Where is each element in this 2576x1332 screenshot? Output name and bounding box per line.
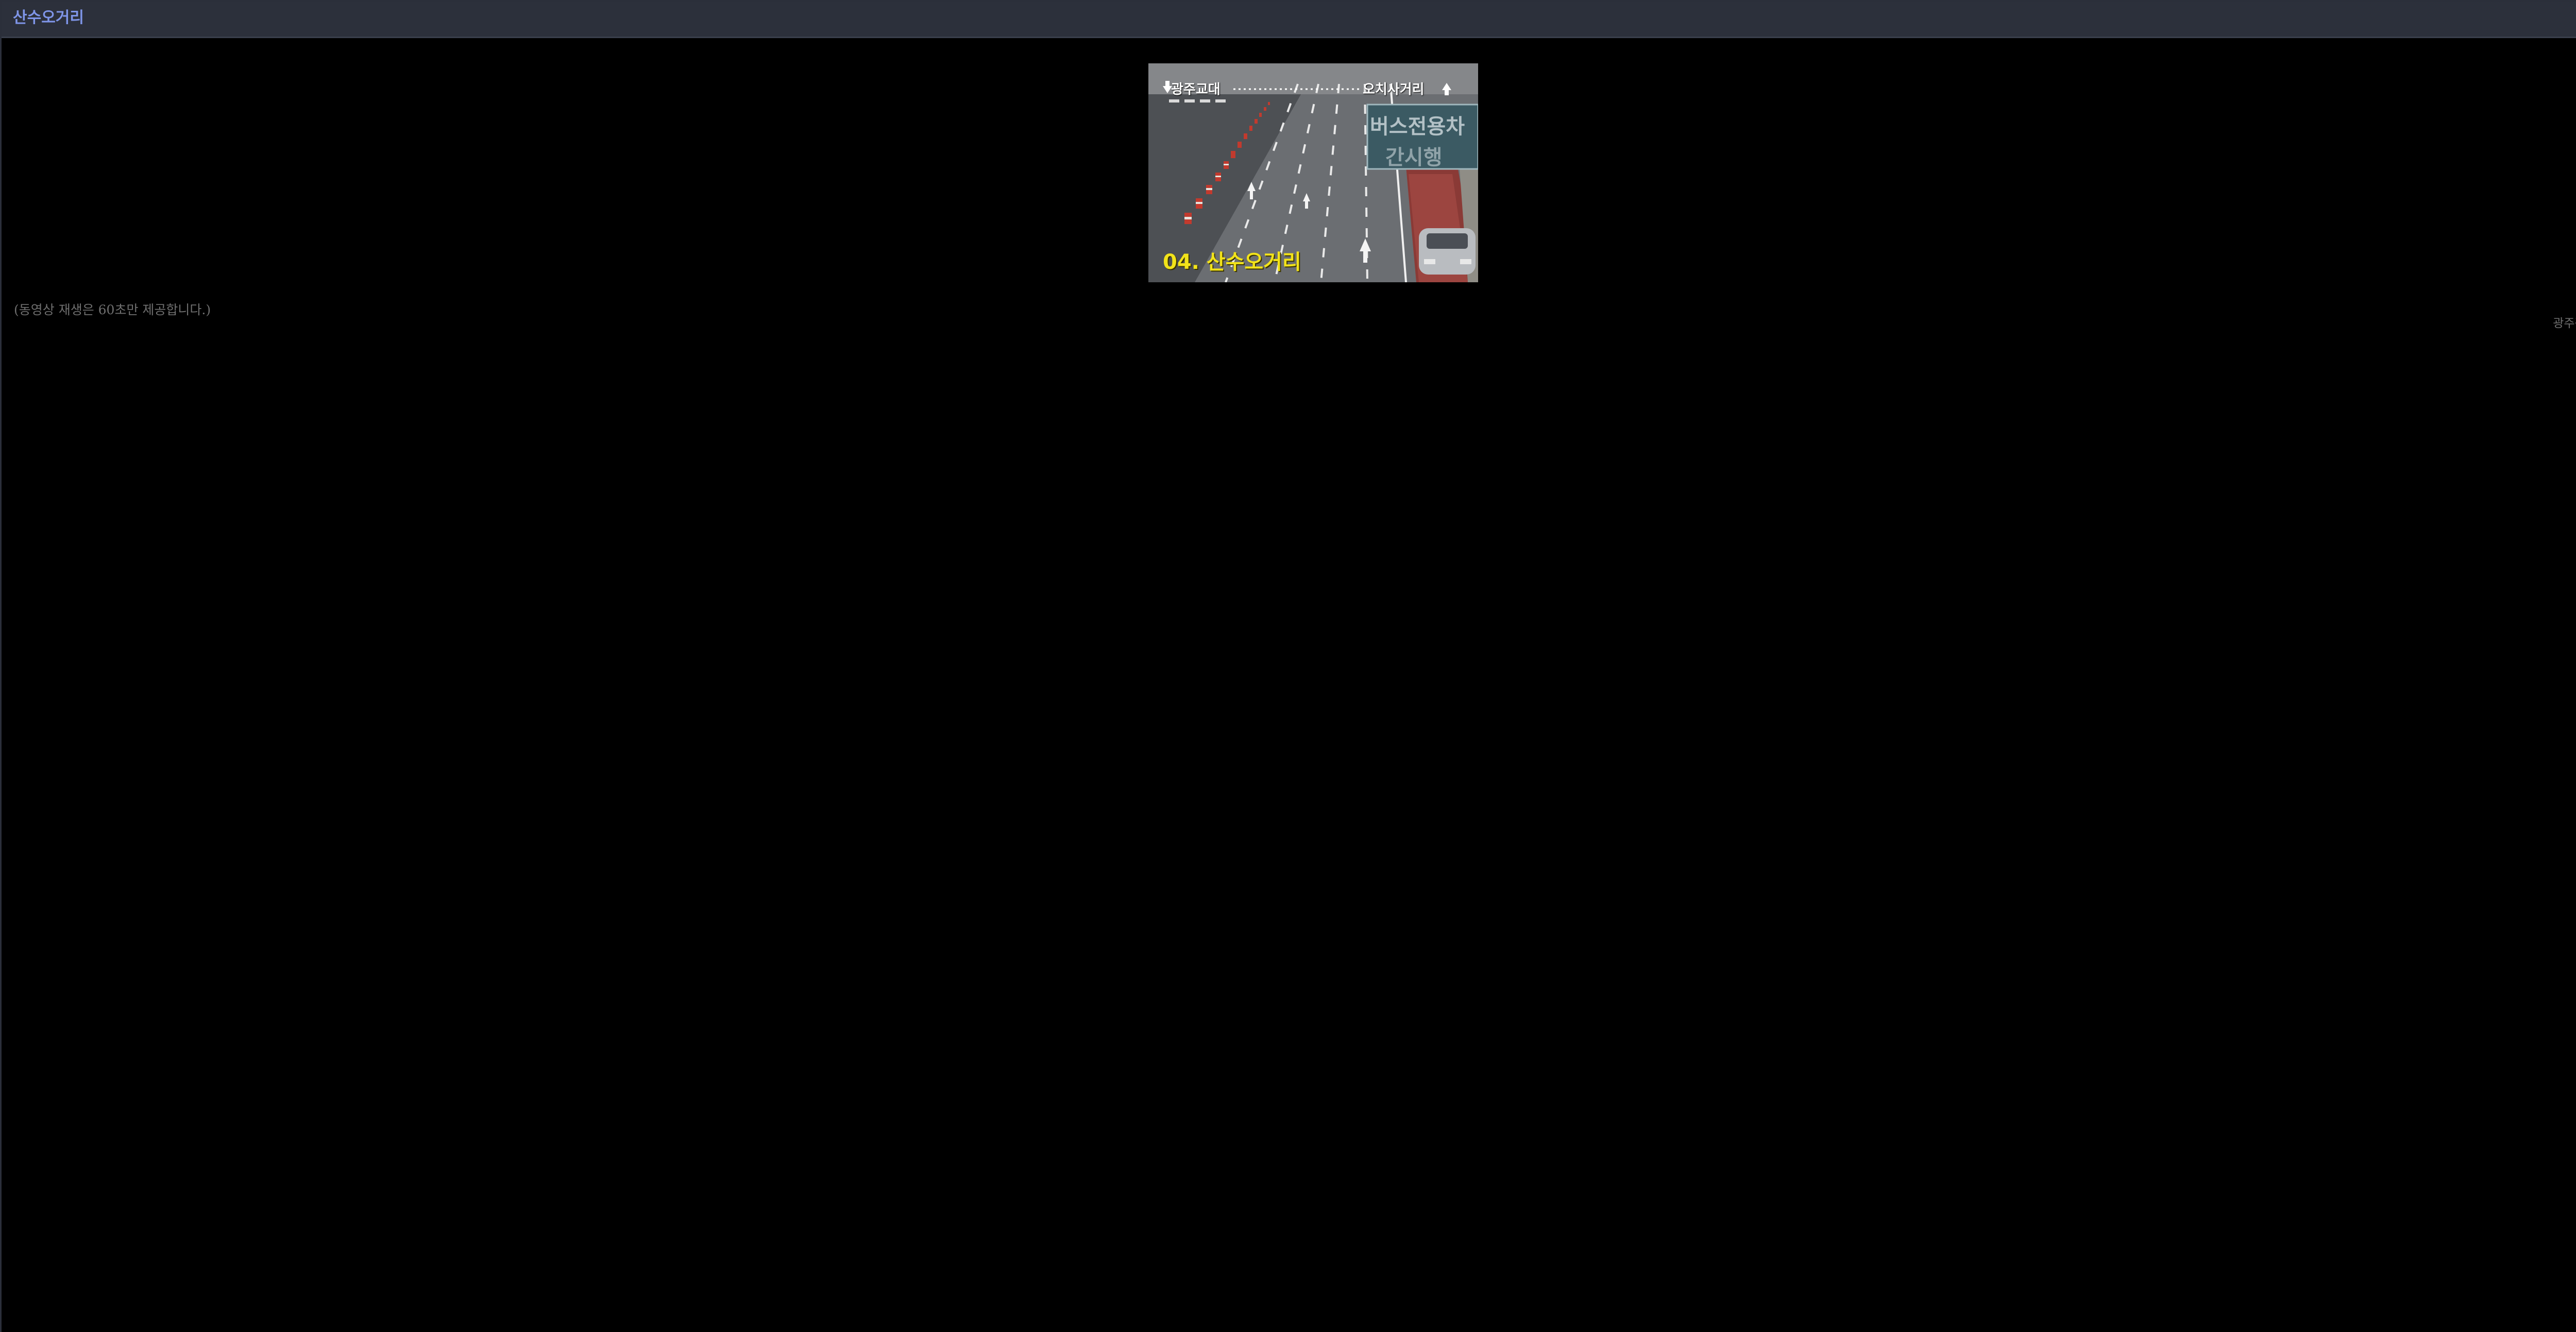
popup-window: 산수오거리 광주교대 오치사거리 버스전용차 간시행 04. 산수오거리 (동영…: [0, 0, 2576, 1332]
direction-label-right: 오치사거리: [1363, 82, 1425, 97]
video-stage: 광주교대 오치사거리 버스전용차 간시행 04. 산수오거리 (동영상 재생은 …: [2, 38, 2576, 1332]
playback-notice: (동영상 재생은 60초만 제공합니다.): [14, 302, 211, 317]
window-title: 산수오거리: [13, 9, 84, 27]
road-sign-text-2: 간시행: [1385, 146, 1443, 169]
road-sign-text-1: 버스전용차: [1370, 115, 1465, 139]
source-credit: 광주광역시: [2553, 317, 2576, 330]
direction-label-left: 광주교대: [1171, 82, 1221, 97]
window-titlebar: 산수오거리: [2, 2, 2576, 38]
cctv-video-player[interactable]: 광주교대 오치사거리 버스전용차 간시행 04. 산수오거리: [1148, 63, 1478, 282]
camera-name-overlay: 04. 산수오거리: [1163, 250, 1301, 274]
